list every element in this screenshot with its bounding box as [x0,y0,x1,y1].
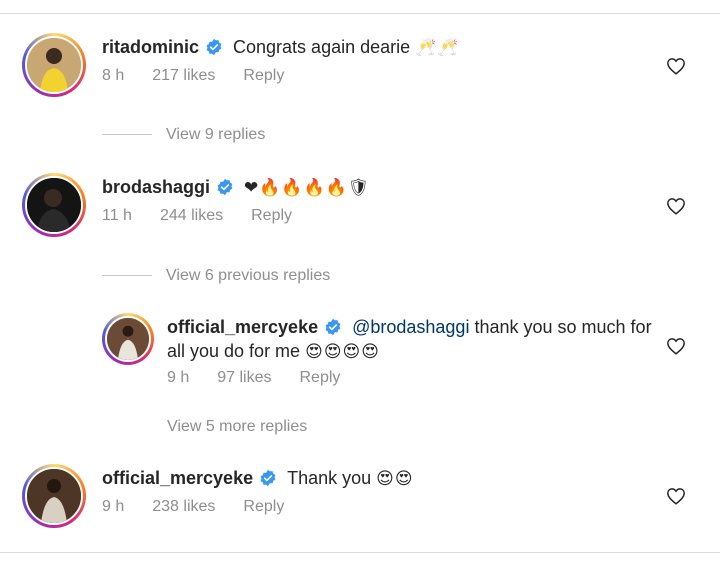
username[interactable]: brodashaggi [102,177,210,197]
divider-dash [102,275,152,277]
bottom-divider [0,552,720,553]
reply-button[interactable]: Reply [243,67,284,84]
verified-icon [260,469,276,487]
reply-button[interactable]: Reply [243,498,284,515]
comment-text-continued: all you do for me [167,341,301,361]
verified-icon [325,318,341,336]
comment-emoji: 🥂🥂 [415,38,460,58]
comment-text: Congrats again dearie [233,37,411,57]
top-divider [0,13,720,14]
username[interactable]: ritadominic [102,37,199,57]
comment-emoji: 😍😍 [376,469,414,489]
username[interactable]: official_mercyeke [167,317,318,337]
avatar-image [107,318,149,360]
like-heart-icon[interactable] [666,337,686,355]
likes-count[interactable]: 217 likes [152,67,215,84]
view-previous-replies-link[interactable]: View 6 previous replies [102,267,330,285]
avatar[interactable] [102,313,154,365]
divider-dash [102,134,152,136]
verified-icon [206,38,222,56]
like-heart-icon[interactable] [666,487,686,505]
comment-text: Thank you [287,468,372,488]
likes-count[interactable]: 97 likes [217,369,271,386]
like-heart-icon[interactable] [666,57,686,75]
view-more-replies-link[interactable]: View 5 more replies [167,418,307,436]
mention-link[interactable]: @brodashaggi [352,317,469,337]
avatar-image [27,469,81,523]
avatar[interactable] [22,464,86,528]
avatar-image [27,38,81,92]
likes-count[interactable]: 244 likes [160,207,223,224]
avatar[interactable] [22,33,86,97]
comment-emoji: ❤🔥🔥🔥🔥🛡 [244,178,371,198]
comment-emoji: 😍😍😍😍 [305,342,380,362]
avatar-image [27,178,81,232]
comment-time: 9 h [167,369,190,386]
username[interactable]: official_mercyeke [102,468,253,488]
view-replies-link[interactable]: View 9 replies [102,126,265,144]
like-heart-icon[interactable] [666,197,686,215]
likes-count[interactable]: 238 likes [152,498,215,515]
avatar[interactable] [22,173,86,237]
comment-time: 8 h [102,67,125,84]
comment-text: thank you so much for [474,317,652,337]
reply-button[interactable]: Reply [300,369,341,386]
view-replies-label[interactable]: View 5 more replies [167,418,307,435]
comment-time: 11 h [102,207,132,224]
comment-time: 9 h [102,498,125,515]
view-replies-label[interactable]: View 6 previous replies [166,267,330,284]
verified-icon [217,178,233,196]
reply-button[interactable]: Reply [251,207,292,224]
view-replies-label[interactable]: View 9 replies [166,126,265,143]
